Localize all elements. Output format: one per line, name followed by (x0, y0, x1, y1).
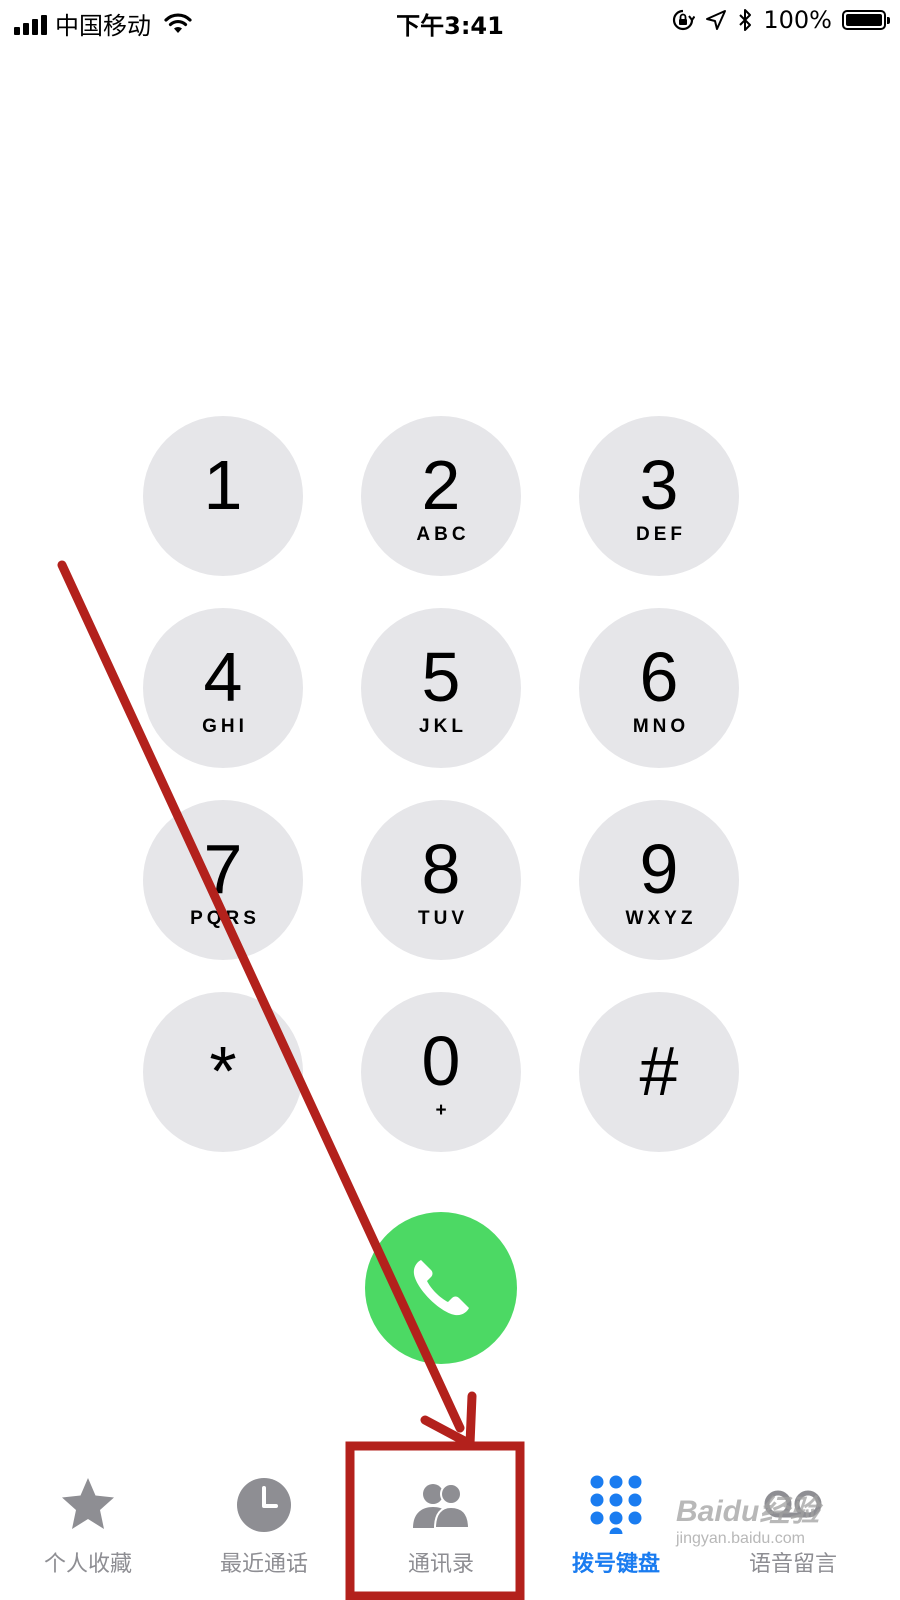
battery-icon (842, 10, 890, 30)
status-bar: 中国移动 下午3:41 100% (0, 0, 900, 46)
key-3[interactable]: 3 DEF (579, 416, 739, 576)
key-digit: 6 (639, 638, 679, 716)
tab-keypad[interactable]: 拨号键盘 (541, 1466, 691, 1600)
key-letters: WXYZ (625, 908, 697, 929)
key-6[interactable]: 6 MNO (579, 608, 739, 768)
key-7[interactable]: 7 PQRS (143, 800, 303, 960)
key-star[interactable]: * (143, 992, 303, 1152)
watermark-title: Baidu经验 (676, 1495, 820, 1528)
key-0[interactable]: 0 + (361, 992, 521, 1152)
bluetooth-icon (739, 9, 752, 31)
tab-recents[interactable]: 最近通话 (189, 1466, 339, 1600)
contacts-icon (413, 1483, 471, 1529)
tab-favorites[interactable]: 个人收藏 (13, 1466, 163, 1600)
key-letters: JKL (419, 716, 467, 737)
tab-label: 最近通话 (219, 1552, 308, 1577)
battery-fill (846, 14, 882, 26)
key-digit: 2 (421, 446, 461, 524)
watermark: Baidu经验 jingyan.baidu.com (676, 1486, 846, 1548)
key-digit: 9 (639, 830, 679, 908)
key-letters: MNO (632, 716, 690, 737)
key-letters: DEF (636, 524, 686, 545)
key-5[interactable]: 5 JKL (361, 608, 521, 768)
key-digit: # (639, 1032, 679, 1110)
key-letters: GHI (202, 716, 248, 737)
tab-label: 拨号键盘 (571, 1552, 660, 1577)
phone-icon (413, 1260, 469, 1316)
star-icon (62, 1478, 114, 1529)
key-digit: 4 (203, 638, 243, 716)
key-digit: 7 (203, 830, 243, 908)
key-8[interactable]: 8 TUV (361, 800, 521, 960)
key-hash[interactable]: # (579, 992, 739, 1152)
key-letters: PQRS (190, 908, 260, 929)
key-digit: * (209, 1032, 237, 1110)
key-letters: TUV (418, 908, 468, 929)
key-letters: ABC (416, 524, 470, 545)
key-1[interactable]: 1 (143, 416, 303, 576)
key-9[interactable]: 9 WXYZ (579, 800, 739, 960)
location-icon (706, 10, 727, 30)
clock-icon (237, 1478, 291, 1532)
call-button[interactable] (365, 1212, 517, 1364)
orientation-lock-icon (673, 9, 696, 31)
keypad-icon (590, 1475, 642, 1534)
key-digit: 5 (421, 638, 461, 716)
key-digit: 3 (639, 446, 679, 524)
tab-label: 语音留言 (748, 1552, 837, 1577)
key-digit: 8 (421, 830, 461, 908)
dial-keypad: 1 2 ABC 3 DEF 4 GHI 5 JKL 6 MNO 7 PQRS 8… (143, 416, 739, 1152)
battery-percentage: 100% (763, 6, 832, 34)
status-right: 100% (671, 6, 890, 34)
key-4[interactable]: 4 GHI (143, 608, 303, 768)
tab-label: 个人收藏 (43, 1552, 132, 1577)
key-letters: + (435, 1100, 451, 1121)
key-digit: 1 (203, 446, 243, 524)
key-digit: 0 (421, 1022, 461, 1100)
annotation-arrowhead (420, 1391, 477, 1449)
tab-label: 通讯录 (407, 1552, 474, 1577)
key-2[interactable]: 2 ABC (361, 416, 521, 576)
watermark-url: jingyan.baidu.com (676, 1530, 805, 1547)
tab-contacts[interactable]: 通讯录 (366, 1466, 516, 1600)
